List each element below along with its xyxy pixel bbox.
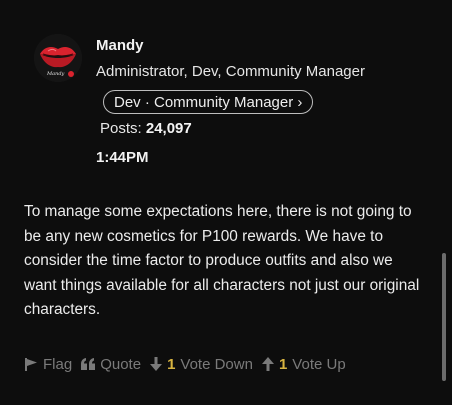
quote-icon xyxy=(81,358,96,370)
vote-down-label: Vote Down xyxy=(180,355,253,373)
rank-badge-label: Dev · Community Manager › xyxy=(114,93,303,111)
avatar[interactable]: Mandy xyxy=(34,34,82,82)
vote-up-button[interactable]: 1 Vote Up xyxy=(261,355,346,373)
post-count: Posts: 24,097 xyxy=(100,120,192,137)
posts-count-value: 24,097 xyxy=(145,120,192,137)
flag-label: Flag xyxy=(43,355,73,373)
rank-badge[interactable]: Dev · Community Manager › xyxy=(103,90,314,114)
quote-button[interactable]: Quote xyxy=(81,356,141,373)
flag-icon xyxy=(25,357,37,371)
flag-button[interactable]: Flag xyxy=(24,356,72,373)
author-roles: Administrator, Dev, Community Manager xyxy=(96,63,365,80)
post-actions: Flag Quote 1 Vote Down 1 Vote Up xyxy=(24,354,355,374)
posts-label: Posts: xyxy=(100,120,142,137)
scrollbar[interactable] xyxy=(442,253,446,381)
forum-post: Mandy Mandy Administrator, Dev, Communit… xyxy=(0,0,452,405)
author-name[interactable]: Mandy xyxy=(96,37,144,54)
vote-down-count: 1 xyxy=(167,355,176,373)
arrow-up-icon xyxy=(261,357,274,371)
quote-label: Quote xyxy=(100,355,142,373)
post-body: To manage some expectations here, there … xyxy=(24,203,420,318)
vote-up-count: 1 xyxy=(278,355,288,373)
post-timestamp[interactable]: 1:44PM xyxy=(96,149,149,166)
svg-text:Mandy: Mandy xyxy=(46,71,65,77)
vote-up-label: Vote Up xyxy=(292,355,346,373)
red-lips-logo-icon: Mandy xyxy=(34,34,82,82)
arrow-down-icon xyxy=(150,357,163,371)
vote-down-button[interactable]: 1 Vote Down xyxy=(150,356,253,373)
